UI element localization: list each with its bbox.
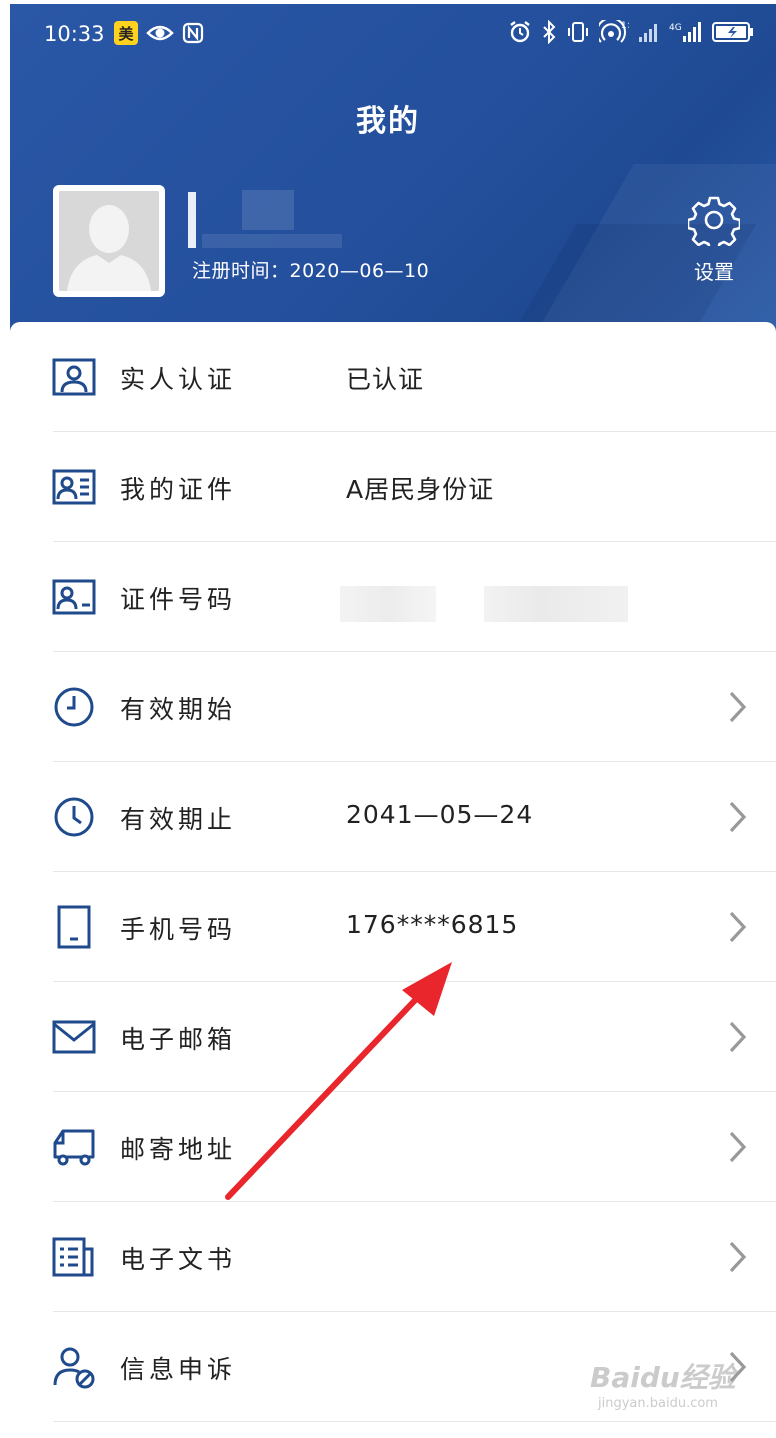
chevron-right-icon xyxy=(729,1021,747,1053)
list-item-my-certificate[interactable]: 我的证件 A居民身份证 xyxy=(10,432,776,542)
list-item-email[interactable]: 电子邮箱 xyxy=(10,982,776,1092)
list-item-label: 信息申诉 xyxy=(120,1355,237,1384)
list-item-label: 我的证件 xyxy=(120,475,237,504)
register-date: 注册时间：2020—06—10 xyxy=(192,260,430,282)
status-time: 10:33 xyxy=(44,22,105,46)
alarm-icon xyxy=(508,20,532,44)
list-item-label: 证件号码 xyxy=(120,585,237,614)
person-verify-icon xyxy=(51,357,97,397)
profile-header: 10:33 美 1 4G 我的 注册时间：2020—06—10 设置 xyxy=(10,4,776,334)
list-item-label: 有效期止 xyxy=(120,805,237,834)
document-icon xyxy=(51,1237,97,1277)
list-item-phone-number[interactable]: 手机号码 176****6815 xyxy=(10,872,776,982)
chevron-right-icon xyxy=(729,1241,747,1273)
hotspot-icon: 1× xyxy=(599,20,629,44)
chevron-right-icon xyxy=(729,691,747,723)
app-screen: 10:33 美 1 4G 我的 注册时间：2020—06—10 设置 实人认证 … xyxy=(10,4,776,1438)
id-number-redacted xyxy=(484,586,628,622)
list-item-value: 176****6815 xyxy=(346,910,519,939)
status-bar: 10:33 美 1 4G xyxy=(10,4,776,66)
clock-icon xyxy=(51,797,97,837)
chevron-right-icon xyxy=(729,1131,747,1163)
delivery-truck-icon xyxy=(51,1127,97,1167)
signal-icon xyxy=(638,21,660,43)
chevron-right-icon xyxy=(729,801,747,833)
avatar[interactable] xyxy=(53,185,165,297)
list-item-label: 电子文书 xyxy=(120,1245,237,1274)
signal-4g-icon: 4G xyxy=(669,20,703,44)
chevron-right-icon xyxy=(729,911,747,943)
watermark-main: Baidu经验 xyxy=(590,1361,736,1394)
list-item-label: 电子邮箱 xyxy=(120,1025,237,1054)
id-card-icon xyxy=(51,467,97,507)
phone-icon xyxy=(51,905,97,949)
list-item-real-person-verification[interactable]: 实人认证 已认证 xyxy=(10,322,776,432)
eye-icon xyxy=(146,23,174,43)
default-avatar-icon xyxy=(59,191,159,291)
list-item-value: A居民身份证 xyxy=(346,475,495,504)
user-appeal-icon xyxy=(51,1347,97,1389)
list-item-id-number[interactable]: 证件号码 xyxy=(10,542,776,652)
list-item-value: 2041—05—24 xyxy=(346,800,534,829)
list-item-mailing-address[interactable]: 邮寄地址 xyxy=(10,1092,776,1202)
settings-button[interactable]: 设置 xyxy=(680,194,748,290)
bluetooth-icon xyxy=(541,20,557,44)
page-title: 我的 xyxy=(356,104,420,139)
list-item-label: 有效期始 xyxy=(120,695,237,724)
list-item-valid-until[interactable]: 有效期止 2041—05—24 xyxy=(10,762,776,872)
gear-icon xyxy=(686,196,742,252)
list-item-value: 已认证 xyxy=(346,365,425,394)
svg-text:4G: 4G xyxy=(669,23,682,33)
list-item-electronic-documents[interactable]: 电子文书 xyxy=(10,1202,776,1312)
app-notification-badge: 美 xyxy=(114,21,138,45)
mail-icon xyxy=(51,1017,97,1057)
baidu-watermark: Baidu经验 jingyan.baidu.com xyxy=(590,1356,736,1411)
battery-charging-icon xyxy=(712,21,754,43)
list-item-label: 实人认证 xyxy=(120,365,237,394)
svg-text:1×: 1× xyxy=(621,21,629,31)
vibrate-icon xyxy=(566,20,590,44)
settings-label: 设置 xyxy=(694,260,734,284)
list-item-valid-from[interactable]: 有效期始 xyxy=(10,652,776,762)
list-item-label: 手机号码 xyxy=(120,915,237,944)
nfc-icon xyxy=(182,22,204,44)
clock-icon xyxy=(51,687,97,727)
id-number-icon xyxy=(51,577,97,617)
id-number-redacted xyxy=(340,586,436,622)
profile-info-list: 实人认证 已认证 我的证件 A居民身份证 证件号码 有效期始 有效期止 2041… xyxy=(10,322,776,1438)
watermark-sub: jingyan.baidu.com xyxy=(598,1396,718,1411)
list-item-label: 邮寄地址 xyxy=(120,1135,237,1164)
